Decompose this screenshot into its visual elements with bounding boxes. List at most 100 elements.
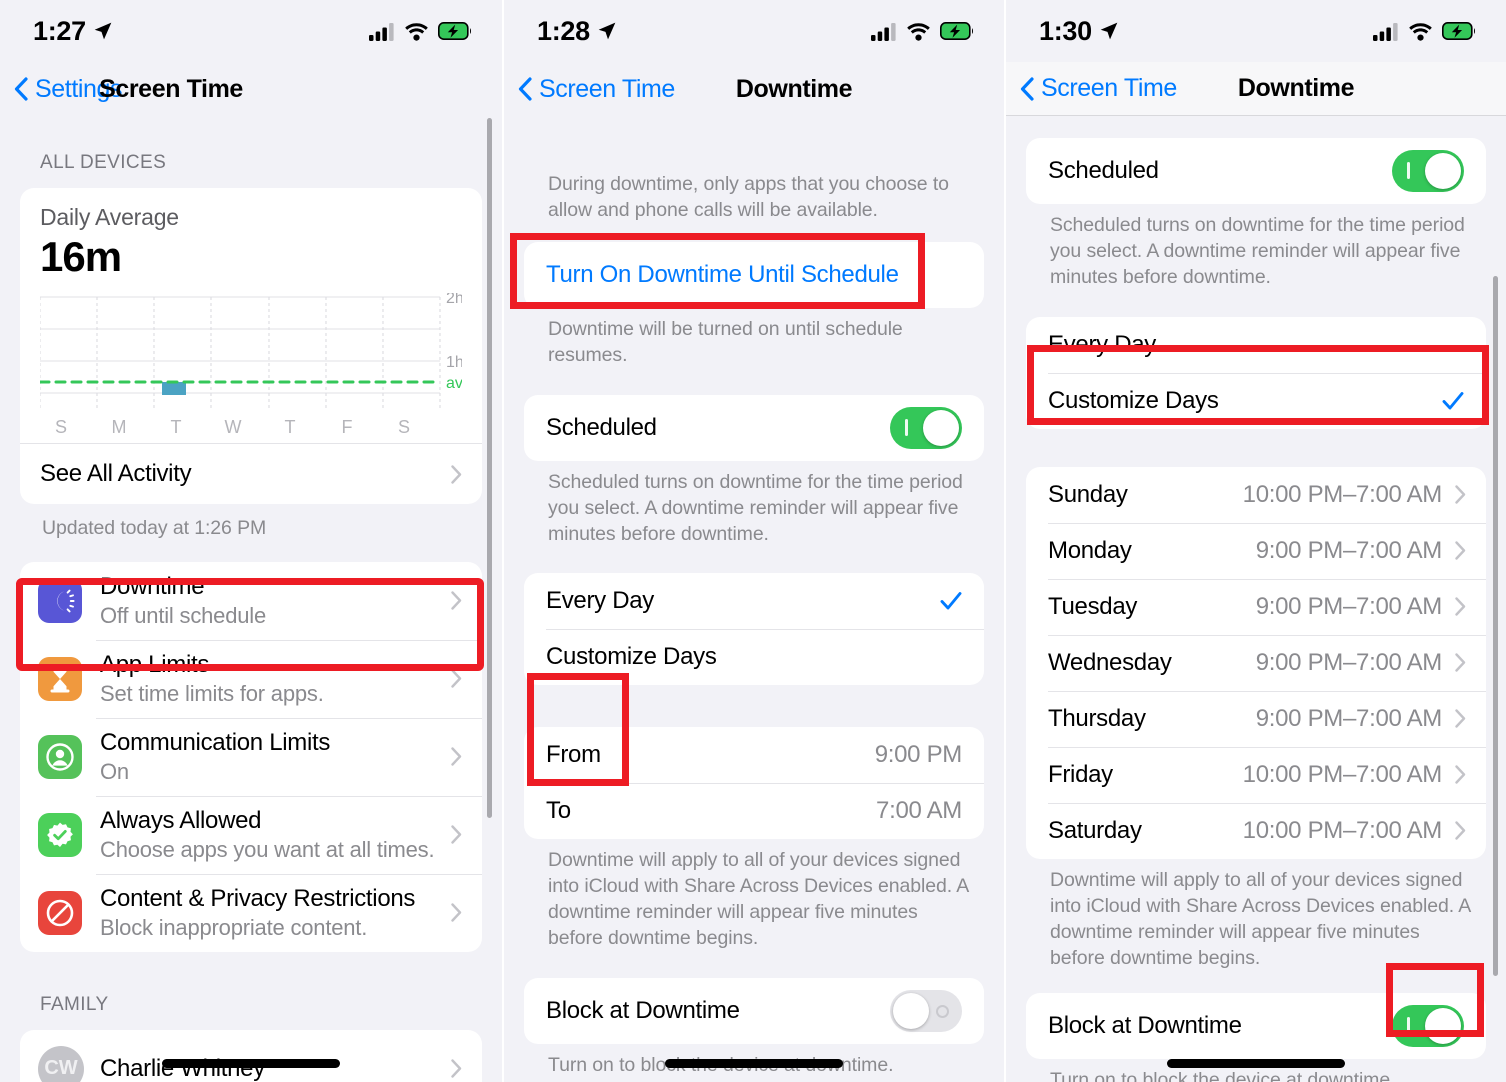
chevron-right-icon xyxy=(451,591,462,611)
scheduled-card: Scheduled xyxy=(524,394,984,461)
toggle-on-mark xyxy=(905,418,908,436)
battery-charging-icon xyxy=(940,22,973,40)
block-at-downtime-card: Block at Downtime xyxy=(1026,993,1486,1060)
scrollbar-panel1[interactable] xyxy=(487,118,492,818)
row-downtime[interactable]: Downtime Off until schedule xyxy=(20,562,482,640)
scheduled-label: Scheduled xyxy=(1048,157,1159,184)
day-right: 9:00 PM–7:00 AM xyxy=(1256,593,1466,621)
chevron-left-icon xyxy=(518,77,532,101)
day-row-wednesday[interactable]: Wednesday 9:00 PM–7:00 AM xyxy=(1026,634,1486,691)
scheduled-toggle[interactable] xyxy=(1392,150,1464,192)
day-right: 9:00 PM–7:00 AM xyxy=(1256,705,1466,733)
panel2-content: During downtime, only apps that you choo… xyxy=(504,116,1004,1082)
day-time: 9:00 PM–7:00 AM xyxy=(1255,592,1443,620)
status-bar: 1:28 xyxy=(504,0,1004,62)
scheduled-row[interactable]: Scheduled xyxy=(524,395,984,461)
cellular-bars-icon xyxy=(871,22,896,41)
home-indicator xyxy=(162,1059,340,1068)
status-time: 1:27 xyxy=(33,15,86,46)
row-content-privacy[interactable]: Content & Privacy Restrictions Block ina… xyxy=(20,873,482,952)
svg-text:W: W xyxy=(225,417,242,437)
usage-bar-chart: 2h 1h avg S M T W T F S xyxy=(38,290,472,443)
row-communication-limits[interactable]: Communication Limits On xyxy=(20,717,482,796)
day-time: 9:00 PM–7:00 AM xyxy=(1255,704,1443,732)
row-family-member[interactable]: CW Charlie Whitney xyxy=(20,1030,482,1082)
toggle-on-mark xyxy=(1407,162,1410,179)
block-at-downtime-label: Block at Downtime xyxy=(546,997,740,1025)
to-row[interactable]: To 7:00 AM xyxy=(524,783,984,839)
hourglass-icon xyxy=(38,656,82,701)
scheduled-toggle[interactable] xyxy=(890,406,962,449)
days-note: Downtime will apply to all of your devic… xyxy=(1050,868,1471,969)
from-value: 9:00 PM xyxy=(874,741,963,769)
back-button[interactable]: Screen Time xyxy=(1006,74,1177,103)
chevron-right-icon xyxy=(1455,485,1466,504)
chevron-left-icon xyxy=(14,77,28,101)
location-arrow-icon xyxy=(598,22,616,40)
row-subtitle: Block inappropriate content. xyxy=(100,914,368,940)
day-row-saturday[interactable]: Saturday 10:00 PM–7:00 AM xyxy=(1026,802,1486,859)
three-panel-screenshot: 1:27 Settings Screen Time ALL DEVICES Da… xyxy=(0,0,1506,1082)
day-row-friday[interactable]: Friday 10:00 PM–7:00 AM xyxy=(1026,746,1486,803)
updated-note: Updated today at 1:26 PM xyxy=(42,517,267,539)
scheduled-card: Scheduled xyxy=(1026,138,1486,204)
day-right: 9:00 PM–7:00 AM xyxy=(1256,537,1466,565)
day-row-monday[interactable]: Monday 9:00 PM–7:00 AM xyxy=(1026,522,1486,579)
panel-downtime-customize-days: 1:30 Screen Time Downtime Scheduled Sche… xyxy=(1004,0,1506,1082)
back-label: Screen Time xyxy=(539,74,675,103)
row-app-limits[interactable]: App Limits Set time limits for apps. xyxy=(20,639,482,718)
option-label: Customize Days xyxy=(1048,386,1219,414)
option-every-day[interactable]: Every Day xyxy=(524,573,984,629)
option-customize-days[interactable]: Customize Days xyxy=(524,629,984,685)
to-label: To xyxy=(546,797,571,825)
block-at-downtime-toggle[interactable] xyxy=(1392,1005,1464,1048)
block-at-downtime-row[interactable]: Block at Downtime xyxy=(524,978,984,1044)
svg-text:T: T xyxy=(285,417,296,437)
see-all-activity-row[interactable]: See All Activity xyxy=(20,443,482,504)
row-always-allowed[interactable]: Always Allowed Choose apps you want at a… xyxy=(20,795,482,874)
status-left: 1:28 xyxy=(537,16,617,47)
see-all-activity-label: See All Activity xyxy=(40,460,192,487)
chevron-right-icon xyxy=(451,1059,462,1079)
row-subtitle: Set time limits for apps. xyxy=(100,680,324,706)
row-title: Content & Privacy Restrictions xyxy=(100,884,416,912)
family-header: FAMILY xyxy=(40,993,109,1015)
chevron-right-icon xyxy=(1455,597,1466,616)
svg-text:2h: 2h xyxy=(446,293,462,307)
scheduled-row[interactable]: Scheduled xyxy=(1026,138,1486,204)
turn-on-downtime-note: Downtime will be turned on until schedul… xyxy=(548,317,903,366)
downtime-intro-note: During downtime, only apps that you choo… xyxy=(548,173,949,221)
status-bar: 1:30 xyxy=(1006,0,1506,62)
day-right: 10:00 PM–7:00 AM xyxy=(1243,481,1466,509)
row-title: Communication Limits xyxy=(100,728,331,756)
downtime-icon xyxy=(38,578,82,623)
day-label: Thursday xyxy=(1048,704,1146,732)
day-row-thursday[interactable]: Thursday 9:00 PM–7:00 AM xyxy=(1026,690,1486,747)
day-label: Tuesday xyxy=(1048,592,1138,620)
option-customize-days[interactable]: Customize Days xyxy=(1026,372,1486,429)
day-right: 10:00 PM–7:00 AM xyxy=(1243,817,1466,845)
chevron-right-icon xyxy=(451,464,462,484)
status-right xyxy=(1373,22,1476,41)
back-button[interactable]: Settings xyxy=(0,75,123,104)
chevron-left-icon xyxy=(1020,76,1034,101)
day-row-sunday[interactable]: Sunday 10:00 PM–7:00 AM xyxy=(1026,467,1486,523)
from-row[interactable]: From 9:00 PM xyxy=(524,727,984,783)
svg-text:F: F xyxy=(342,417,353,437)
block-at-downtime-toggle[interactable] xyxy=(890,990,962,1033)
no-entry-glyph xyxy=(46,899,74,927)
option-label: Every Day xyxy=(546,587,654,615)
turn-on-downtime-label: Turn On Downtime Until Schedule xyxy=(546,260,899,288)
wifi-icon xyxy=(1409,22,1432,41)
chart-svg: 2h 1h avg S M T W T F S xyxy=(38,290,472,437)
block-at-downtime-row[interactable]: Block at Downtime xyxy=(1026,993,1486,1059)
scrollbar-panel3[interactable] xyxy=(1493,276,1498,976)
day-time: 9:00 PM–7:00 AM xyxy=(1255,648,1443,676)
person-circle-icon xyxy=(38,734,82,779)
battery-charging-icon xyxy=(438,22,471,40)
day-row-tuesday[interactable]: Tuesday 9:00 PM–7:00 AM xyxy=(1026,578,1486,635)
back-button[interactable]: Screen Time xyxy=(504,75,675,104)
status-right xyxy=(369,22,472,41)
option-every-day[interactable]: Every Day xyxy=(1026,317,1486,373)
turn-on-downtime-button[interactable]: Turn On Downtime Until Schedule xyxy=(524,242,984,308)
